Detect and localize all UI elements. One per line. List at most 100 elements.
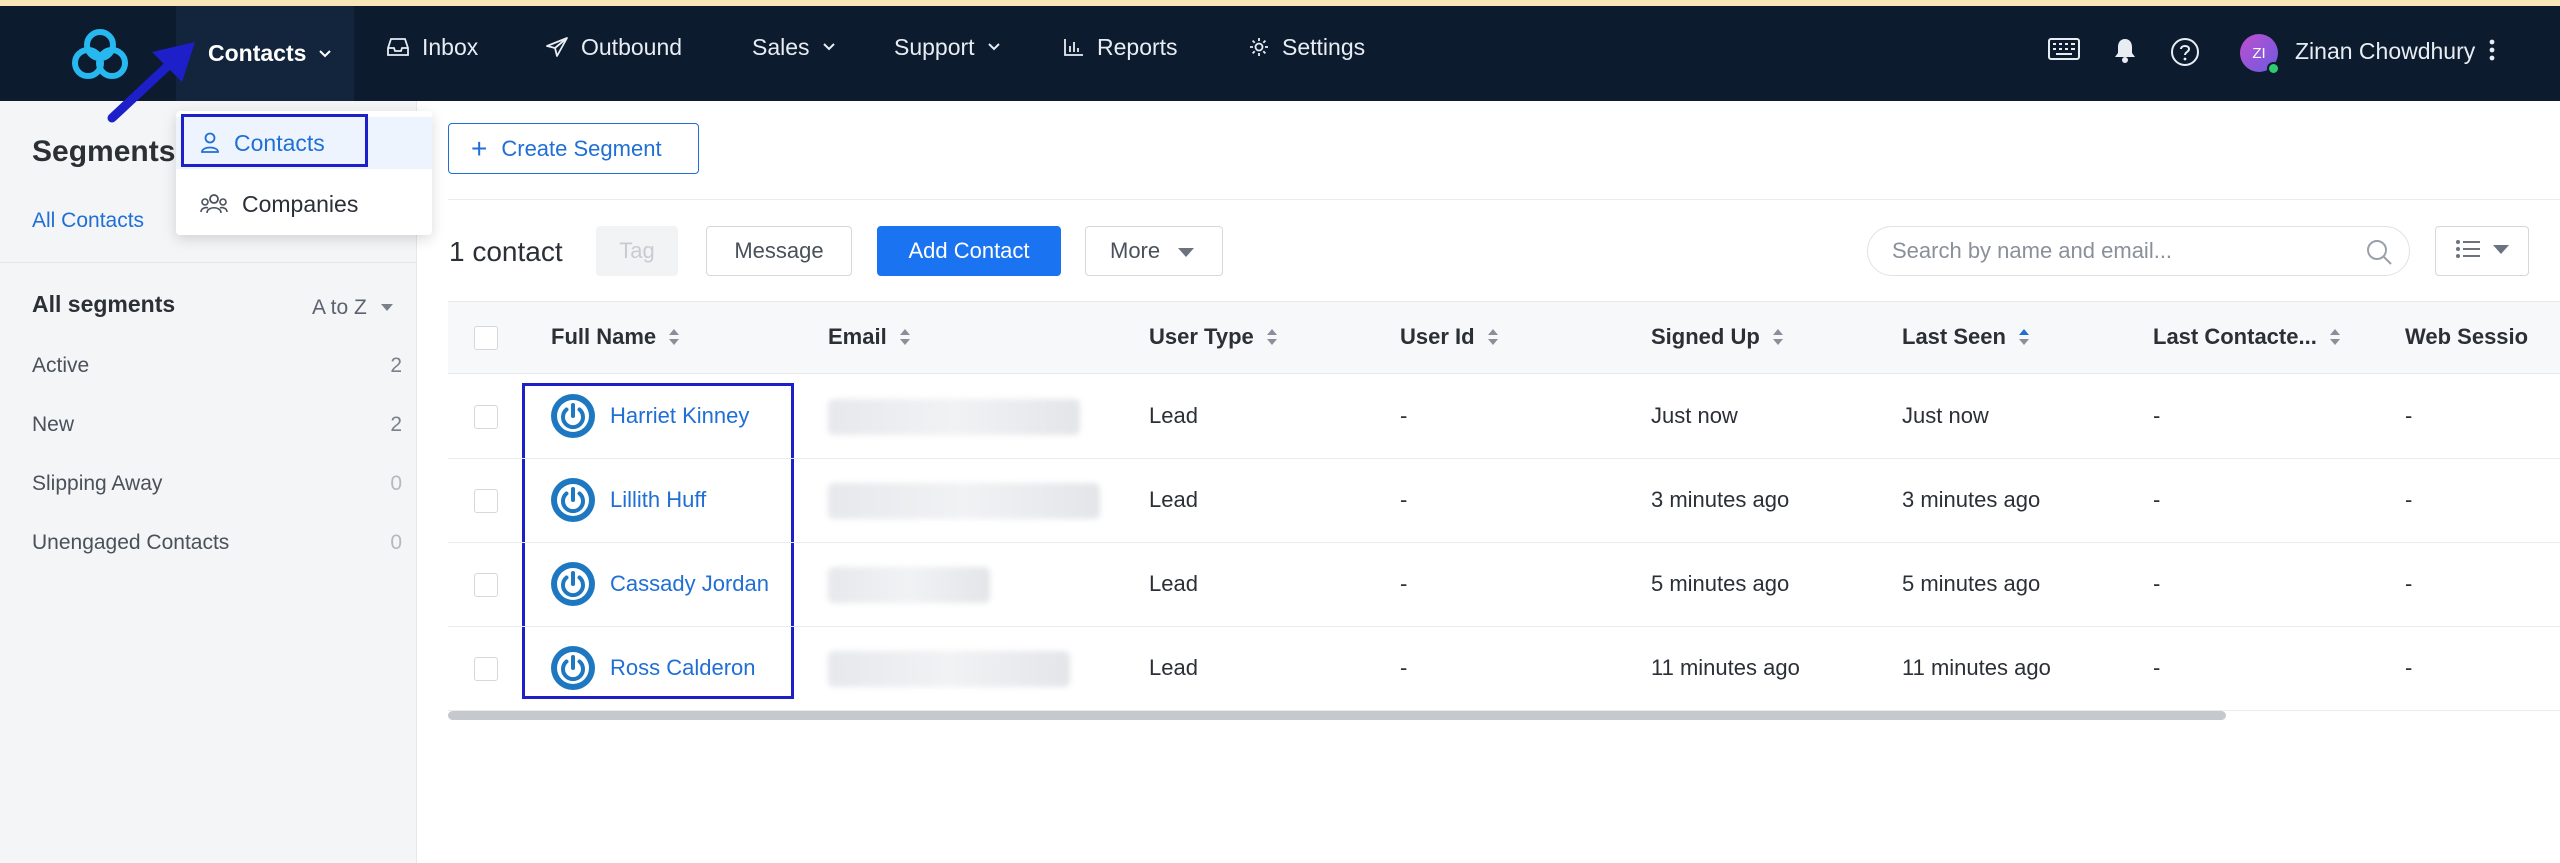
row-checkbox[interactable] (474, 489, 498, 513)
last-contacted-cell: - (2153, 487, 2161, 512)
column-header-email[interactable]: Email (828, 324, 911, 350)
segment-count: 2 (390, 413, 402, 436)
sort-ascending-icon (2018, 327, 2030, 347)
more-button[interactable]: More (1085, 226, 1223, 276)
contact-name-cell[interactable]: Ross Calderon (550, 645, 756, 691)
signed-up-cell: 5 minutes ago (1651, 571, 1790, 596)
horizontal-scrollbar[interactable] (448, 711, 2226, 720)
column-header-web-sessions[interactable]: Web Sessio (2405, 324, 2528, 350)
search-icon[interactable] (2365, 238, 2393, 272)
search-input[interactable]: Search by name and email... (1867, 226, 2410, 276)
sort-icon (1487, 327, 1499, 347)
contact-name-cell[interactable]: Harriet Kinney (550, 393, 749, 439)
contact-name-cell[interactable]: Lillith Huff (550, 477, 706, 523)
contact-name-cell[interactable]: Cassady Jordan (550, 561, 769, 607)
column-header-last-contacted[interactable]: Last Contacte... (2153, 324, 2341, 350)
table-row[interactable]: Ross Calderon Lead - 11 minutes ago 11 m… (448, 627, 2560, 711)
inbox-icon (386, 37, 410, 57)
tag-button[interactable]: Tag (596, 226, 678, 276)
nav-inbox[interactable]: Inbox (386, 22, 478, 72)
nav-outbound-label: Outbound (581, 33, 683, 60)
segment-label: Slipping Away (32, 472, 163, 495)
chevron-down-icon (822, 42, 836, 52)
table-row[interactable]: Harriet Kinney Lead - Just now Just now … (448, 375, 2560, 459)
signed-up-cell: 3 minutes ago (1651, 487, 1790, 512)
row-checkbox[interactable] (474, 405, 498, 429)
column-label: Last Contacte... (2153, 324, 2317, 349)
paper-plane-icon (545, 36, 569, 58)
nav-support[interactable]: Support (894, 22, 1001, 72)
user-id-cell: - (1400, 571, 1408, 596)
table-row[interactable]: Cassady Jordan Lead - 5 minutes ago 5 mi… (448, 543, 2560, 627)
row-checkbox[interactable] (474, 657, 498, 681)
table-header-row: Full Name Email User Type User Id Signed… (448, 301, 2560, 374)
sort-icon (1772, 327, 1784, 347)
column-header-signed-up[interactable]: Signed Up (1651, 324, 1784, 350)
caret-down-icon (380, 304, 393, 312)
column-header-user-id[interactable]: User Id (1400, 324, 1499, 350)
chevron-down-icon (987, 42, 1001, 52)
user-name[interactable]: Zinan Chowdhury (2295, 38, 2475, 65)
column-label: User Type (1149, 324, 1254, 349)
select-all-checkbox[interactable] (474, 326, 498, 350)
all-segments-heading: All segments (32, 291, 176, 317)
annotation-arrow-icon (107, 42, 195, 123)
row-checkbox[interactable] (474, 573, 498, 597)
segment-sort-label: A to Z (312, 296, 367, 319)
nav-outbound[interactable]: Outbound (545, 22, 682, 72)
caret-down-icon (2493, 242, 2509, 260)
user-type-cell: Lead (1149, 571, 1198, 596)
sort-icon (1266, 327, 1278, 347)
contact-name-link[interactable]: Ross Calderon (610, 655, 756, 681)
nav-settings[interactable]: Settings (1248, 22, 1365, 72)
contact-name-link[interactable]: Cassady Jordan (610, 571, 769, 597)
user-type-cell: Lead (1149, 487, 1198, 512)
help-icon[interactable] (2170, 37, 2200, 67)
contact-name-link[interactable]: Lillith Huff (610, 487, 706, 513)
caret-down-icon (1178, 238, 1195, 264)
view-toggle-button[interactable] (2435, 226, 2529, 276)
sidebar-item-active[interactable]: Active 2 (32, 354, 402, 378)
column-header-full-name[interactable]: Full Name (551, 324, 680, 350)
sidebar-item-all-contacts[interactable]: All Contacts (32, 209, 144, 233)
column-header-user-type[interactable]: User Type (1149, 324, 1278, 350)
list-view-icon (2455, 239, 2481, 264)
segment-sort-dropdown[interactable]: A to Z (312, 296, 393, 320)
nav-support-label: Support (894, 33, 975, 60)
power-avatar-icon (550, 477, 596, 523)
keyboard-icon[interactable] (2048, 38, 2080, 60)
power-avatar-icon (550, 393, 596, 439)
create-segment-button[interactable]: + Create Segment (448, 123, 699, 174)
column-header-last-seen[interactable]: Last Seen (1902, 324, 2030, 350)
sidebar-item-unengaged-contacts[interactable]: Unengaged Contacts 0 (32, 531, 402, 555)
email-redacted (828, 567, 990, 603)
last-contacted-cell: - (2153, 403, 2161, 428)
header-divider (448, 199, 2560, 200)
column-label: User Id (1400, 324, 1475, 349)
menu-item-label: Companies (242, 190, 359, 217)
table-row[interactable]: Lillith Huff Lead - 3 minutes ago 3 minu… (448, 459, 2560, 543)
last-seen-cell: 11 minutes ago (1902, 655, 2051, 680)
sort-icon (2329, 327, 2341, 347)
search-placeholder: Search by name and email... (1892, 238, 2173, 263)
sidebar-title: Segments (32, 135, 176, 168)
kebab-menu-icon[interactable] (2488, 38, 2496, 67)
column-label: Email (828, 324, 887, 349)
bar-chart-icon (1063, 37, 1085, 57)
create-segment-label: Create Segment (501, 135, 662, 161)
nav-inbox-label: Inbox (422, 33, 479, 60)
nav-reports[interactable]: Reports (1063, 22, 1178, 72)
email-redacted (828, 651, 1070, 687)
email-redacted (828, 399, 1080, 435)
menu-item-companies[interactable]: Companies (176, 178, 432, 230)
avatar-initials: ZI (2252, 44, 2266, 62)
contact-name-link[interactable]: Harriet Kinney (610, 403, 749, 429)
sidebar-item-slipping-away[interactable]: Slipping Away 0 (32, 472, 402, 496)
user-type-cell: Lead (1149, 403, 1198, 428)
bell-icon[interactable] (2112, 36, 2138, 64)
message-button[interactable]: Message (706, 226, 852, 276)
nav-sales[interactable]: Sales (752, 22, 836, 72)
add-contact-button[interactable]: Add Contact (877, 226, 1061, 276)
user-id-cell: - (1400, 487, 1408, 512)
sidebar-item-new[interactable]: New 2 (32, 413, 402, 437)
